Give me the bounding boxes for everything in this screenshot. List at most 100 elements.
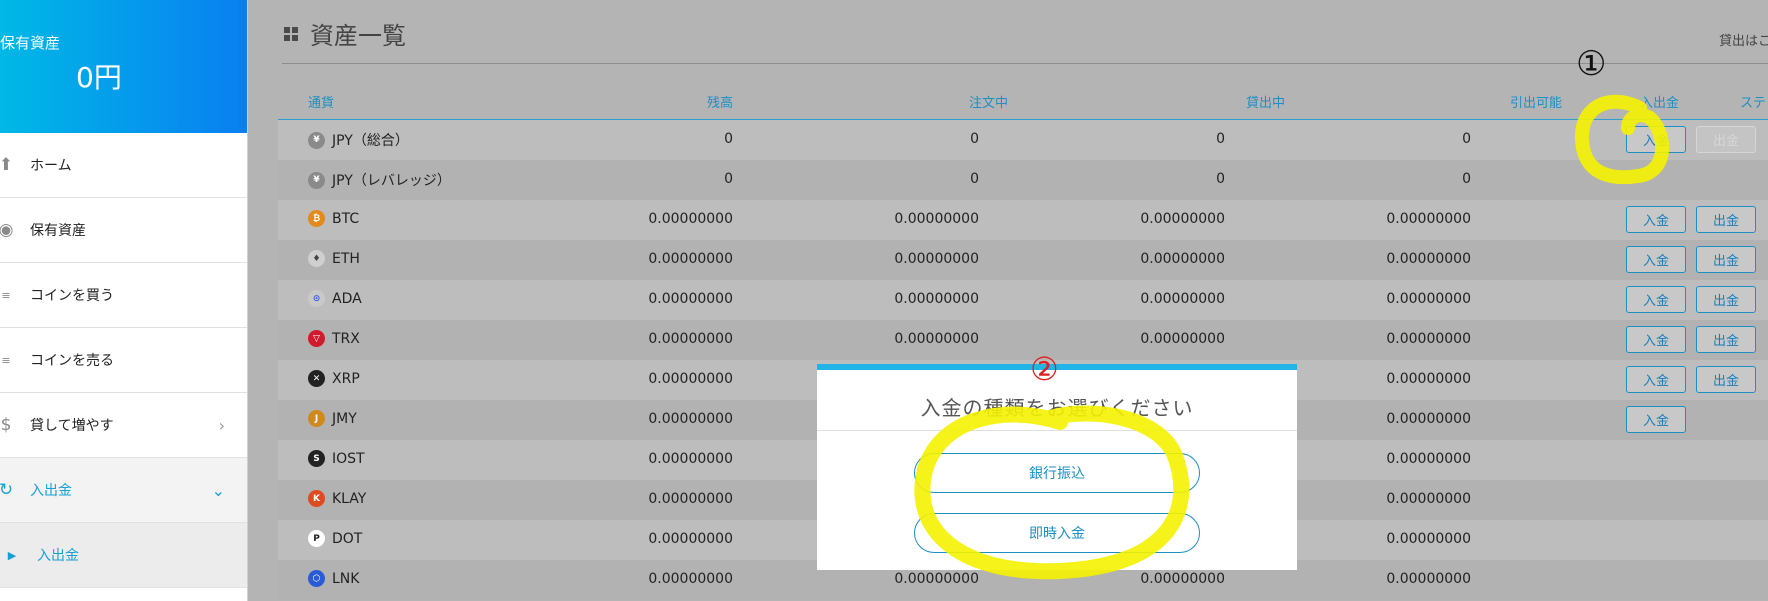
- cell-in-order: 0.00000000: [894, 331, 979, 347]
- withdraw-button[interactable]: 出金: [1696, 246, 1756, 273]
- cell-withdrawable: 0.00000000: [1386, 211, 1471, 227]
- deposit-button[interactable]: 入金: [1626, 286, 1686, 313]
- cell-in-order: 0: [970, 171, 979, 187]
- table-row: ¥ JPY（レバレッジ） 0 0 0 0: [278, 160, 1768, 200]
- coin-name: JPY（総合）: [332, 133, 409, 149]
- cell-balance: 0.00000000: [648, 411, 733, 427]
- chevron-down-icon: ⌄: [211, 480, 225, 500]
- withdraw-button[interactable]: 出金: [1696, 206, 1756, 233]
- deposit-button[interactable]: 入金: [1626, 246, 1686, 273]
- deposit-button[interactable]: 入金: [1626, 126, 1686, 153]
- cell-withdrawable: 0.00000000: [1386, 491, 1471, 507]
- coin-icon: J: [308, 410, 325, 427]
- sidebar-item-deposit-withdraw[interactable]: ↻ 入出金 ⌄: [0, 458, 247, 523]
- withdraw-button[interactable]: 出金: [1696, 286, 1756, 313]
- cell-in-order: 0.00000000: [894, 291, 979, 307]
- coin-cell: ▽ TRX: [308, 330, 360, 347]
- transfer-icon: ↻: [0, 480, 14, 500]
- coin-buy-icon: ≡: [1, 288, 11, 302]
- cell-lending: 0.00000000: [1140, 211, 1225, 227]
- cell-in-order: 0.00000000: [894, 251, 979, 267]
- coin-icon: ¥: [308, 131, 325, 149]
- coin-name: ETH: [332, 250, 360, 267]
- cell-balance: 0.00000000: [648, 531, 733, 547]
- coin-name: DOT: [332, 530, 363, 547]
- coins-icon: ◉: [0, 220, 14, 240]
- coin-cell: J JMY: [308, 410, 357, 427]
- cell-withdrawable: 0.00000000: [1386, 531, 1471, 547]
- deposit-button[interactable]: 入金: [1626, 326, 1686, 353]
- sidebar-item-sell-coin[interactable]: ≡ コインを売る: [0, 328, 247, 393]
- coin-icon: ▽: [308, 330, 325, 347]
- cell-in-order: 0: [970, 131, 979, 147]
- coin-cell: ♦ ETH: [308, 250, 360, 267]
- divider: [282, 63, 1768, 64]
- col-status: ステ: [1740, 96, 1767, 111]
- sidebar-item-buy-coin[interactable]: ≡ コインを買う: [0, 263, 247, 328]
- coin-icon: P: [308, 530, 325, 547]
- cell-balance: 0.00000000: [648, 451, 733, 467]
- cell-withdrawable: 0: [1462, 131, 1471, 147]
- lending-note: 貸出はこ: [1719, 34, 1768, 49]
- col-lending: 貸出中: [1246, 96, 1286, 111]
- cell-lending: 0.00000000: [1140, 291, 1225, 307]
- coin-cell: ¥ JPY（レバレッジ）: [308, 170, 451, 190]
- cell-lending: 0.00000000: [1140, 251, 1225, 267]
- page-title-text: 資産一覧: [310, 22, 406, 50]
- deposit-button[interactable]: 入金: [1626, 206, 1686, 233]
- cell-withdrawable: 0.00000000: [1386, 451, 1471, 467]
- coin-name: XRP: [332, 370, 360, 387]
- cell-lending: 0: [1216, 171, 1225, 187]
- sidebar-item-label: 保有資産: [30, 223, 86, 239]
- withdraw-button[interactable]: 出金: [1696, 126, 1756, 153]
- coin-name: KLAY: [332, 490, 367, 507]
- coin-icon: ¥: [308, 171, 325, 189]
- cell-withdrawable: 0.00000000: [1386, 411, 1471, 427]
- col-currency: 通貨: [308, 96, 335, 111]
- coin-name: JPY（レバレッジ）: [332, 173, 451, 189]
- col-in-order: 注文中: [969, 96, 1009, 111]
- cell-in-order: 0.00000000: [894, 211, 979, 227]
- cell-withdrawable: 0.00000000: [1386, 251, 1471, 267]
- assets-value: 0円: [76, 61, 122, 94]
- sidebar-item-assets[interactable]: ◉ 保有資産: [0, 198, 247, 263]
- withdraw-button[interactable]: 出金: [1696, 326, 1756, 353]
- withdraw-button[interactable]: 出金: [1696, 366, 1756, 393]
- deposit-button[interactable]: 入金: [1626, 366, 1686, 393]
- table-row: ▽ TRX 0.00000000 0.00000000 0.00000000 0.0000…: [278, 320, 1768, 360]
- coin-name: JMY: [332, 410, 357, 427]
- instant-deposit-button[interactable]: 即時入金: [914, 513, 1200, 553]
- sidebar-item-lending[interactable]: $ 貸して増やす ›: [0, 393, 247, 458]
- sidebar-item-label: 入出金: [37, 548, 79, 564]
- sidebar-item-label: 入出金: [30, 483, 72, 499]
- bank-transfer-button[interactable]: 銀行振込: [914, 453, 1200, 493]
- sidebar-item-label: コインを売る: [30, 353, 114, 369]
- cell-in-order: 0.00000000: [894, 571, 979, 587]
- coin-icon: ♦: [308, 250, 325, 267]
- deposit-type-modal: 入金の種類をお選びください 銀行振込 即時入金: [817, 364, 1297, 570]
- coin-icon: ₿: [308, 210, 325, 227]
- coin-cell: K KLAY: [308, 490, 366, 507]
- col-deposit-withdraw: 入出金: [1640, 96, 1680, 111]
- assets-label: 保有資産: [0, 34, 61, 52]
- sidebar-subitem-deposit-withdraw[interactable]: ▶ 入出金: [0, 523, 247, 588]
- cell-withdrawable: 0.00000000: [1386, 331, 1471, 347]
- deposit-button[interactable]: 入金: [1626, 406, 1686, 433]
- cell-balance: 0.00000000: [648, 371, 733, 387]
- sidebar-item-home[interactable]: ⬆ ホーム: [0, 133, 247, 198]
- coin-cell: ¥ JPY（総合）: [308, 130, 409, 150]
- cell-lending: 0.00000000: [1140, 571, 1225, 587]
- caret-right-icon: ▶: [7, 548, 17, 562]
- home-icon: ⬆: [0, 155, 14, 175]
- table-row: ¥ JPY（総合） 0 0 0 0 入金 出金: [278, 120, 1768, 160]
- coin-icon: ⬡: [308, 570, 325, 587]
- cell-lending: 0.00000000: [1140, 331, 1225, 347]
- cell-withdrawable: 0.00000000: [1386, 371, 1471, 387]
- assets-summary-card: 保有資産 0円: [0, 0, 247, 133]
- table-header: 通貨 残高 注文中 貸出中 引出可能 入出金 ステ: [278, 80, 1768, 120]
- cell-balance: 0.00000000: [648, 571, 733, 587]
- cell-balance: 0.00000000: [648, 211, 733, 227]
- divider: [817, 430, 1297, 431]
- cell-balance: 0.00000000: [648, 251, 733, 267]
- coin-cell: ⊙ ADA: [308, 290, 362, 307]
